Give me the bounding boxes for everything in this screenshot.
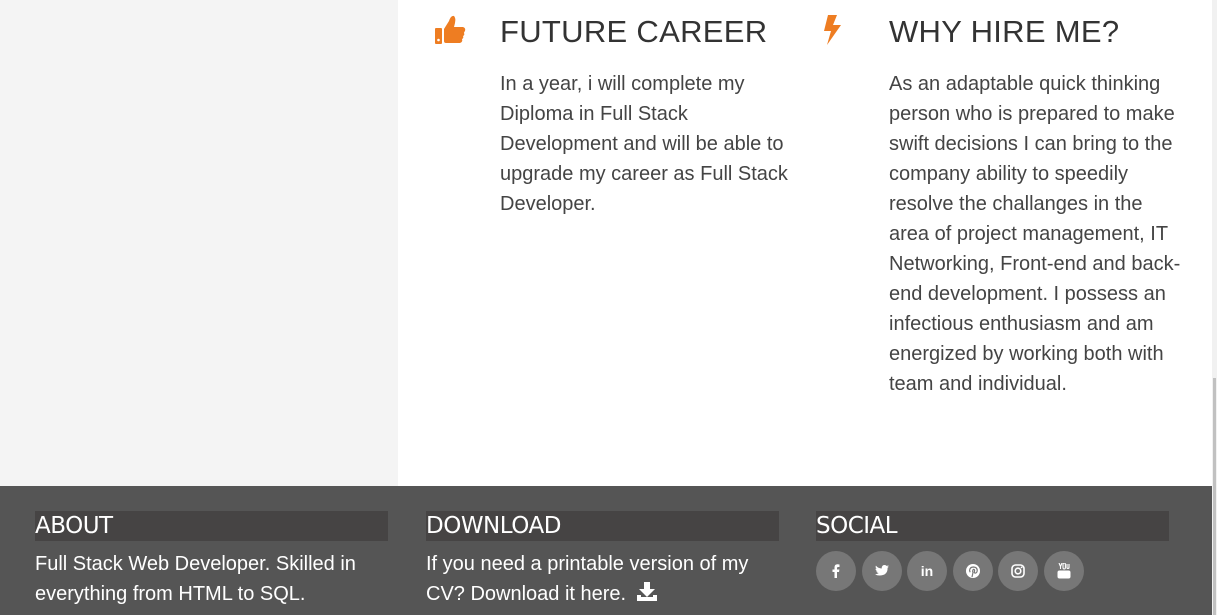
youtube-button[interactable] <box>1044 551 1084 591</box>
about-heading: ABOUT <box>35 511 388 541</box>
pinterest-icon <box>966 564 980 578</box>
facebook-icon <box>832 564 840 578</box>
social-heading: SOCIAL <box>816 511 1169 541</box>
linkedin-button[interactable]: in <box>907 551 947 591</box>
linkedin-icon: in <box>920 563 934 579</box>
pinterest-button[interactable] <box>953 551 993 591</box>
about-text: Full Stack Web Developer. Skilled in eve… <box>35 553 356 605</box>
download-icon[interactable] <box>636 581 658 611</box>
instagram-button[interactable] <box>998 551 1038 591</box>
youtube-icon <box>1057 563 1071 579</box>
instagram-icon <box>1011 564 1025 578</box>
footer: ABOUT Full Stack Web Developer. Skilled … <box>0 486 1212 615</box>
download-heading: DOWNLOAD <box>426 511 779 541</box>
why-hire-text: As an adaptable quick thinking person wh… <box>889 73 1181 395</box>
download-text-block: If you need a printable version of my CV… <box>426 549 766 611</box>
thumbs-up-icon <box>434 14 466 45</box>
future-career-title: FUTURE CAREER <box>500 14 768 49</box>
twitter-button[interactable] <box>862 551 902 591</box>
lightning-bolt-icon <box>822 14 844 46</box>
left-panel <box>0 0 398 486</box>
why-hire-title: WHY HIRE ME? <box>889 14 1120 49</box>
future-career-text: In a year, i will complete my Diploma in… <box>500 73 788 215</box>
download-text: If you need a printable version of my CV… <box>426 553 749 605</box>
twitter-icon <box>875 565 889 577</box>
scrollbar-thumb[interactable] <box>1213 378 1216 615</box>
facebook-button[interactable] <box>816 551 856 591</box>
